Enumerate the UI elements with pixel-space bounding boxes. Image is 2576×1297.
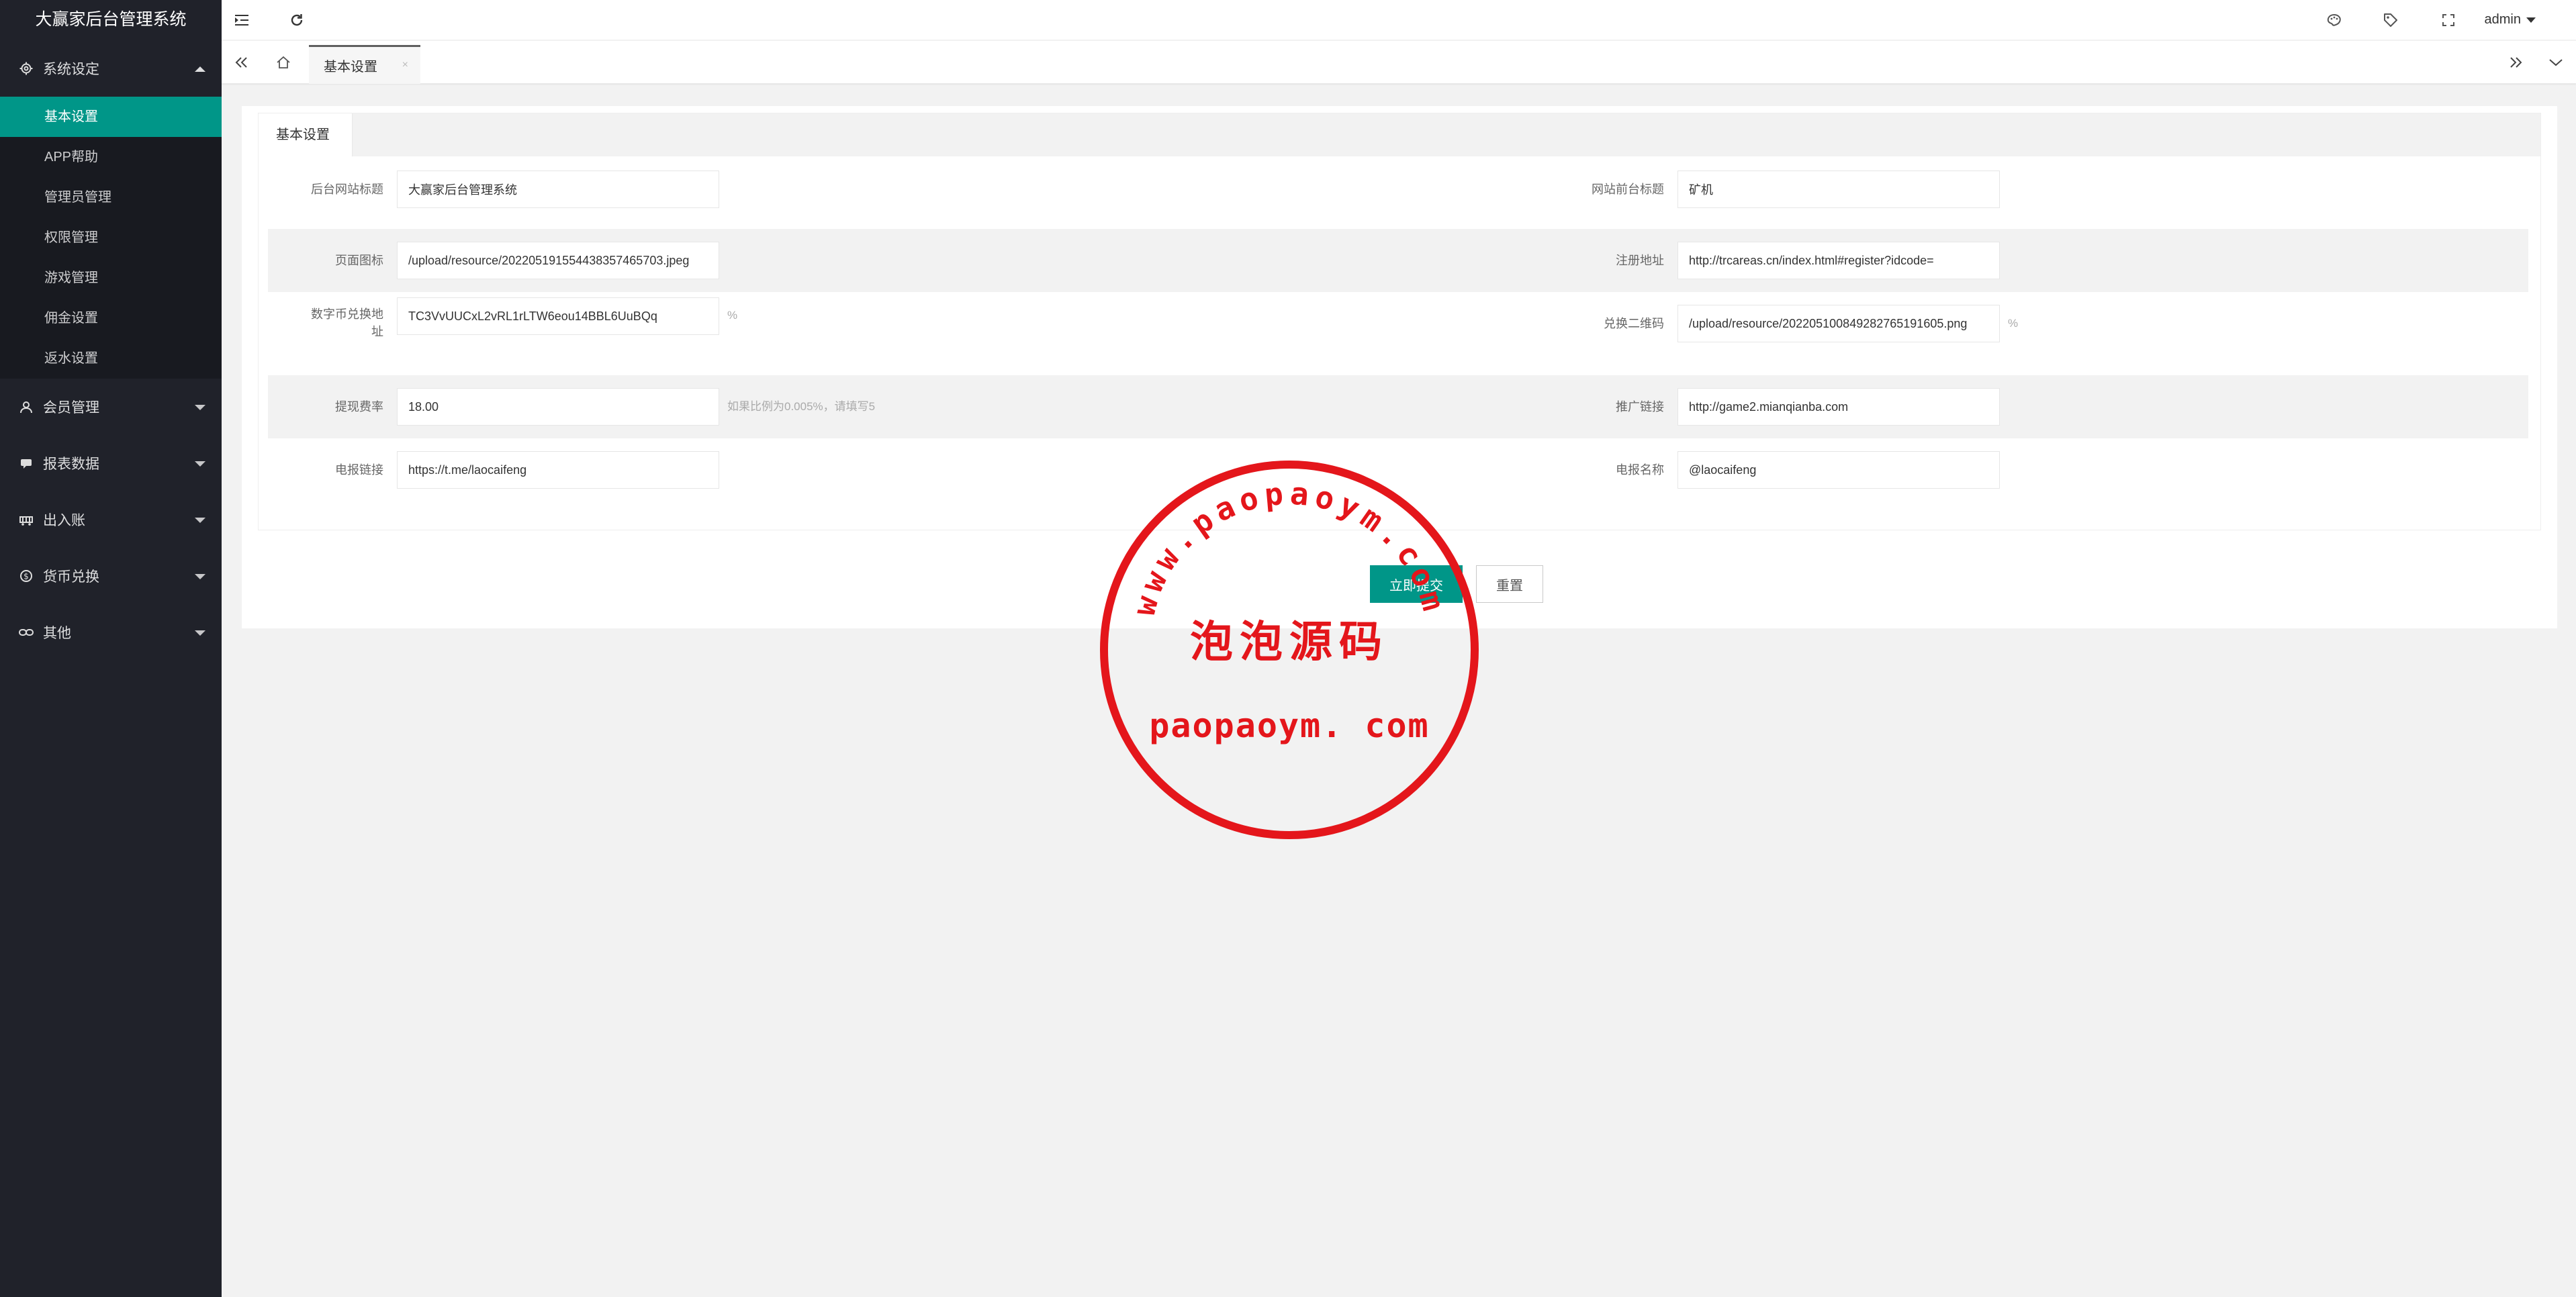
- field-label-line: 址: [371, 325, 383, 338]
- submit-button[interactable]: 立即提交: [1370, 565, 1463, 603]
- chevron-down-icon: [195, 461, 205, 467]
- tag-icon[interactable]: [2371, 0, 2411, 40]
- fullscreen-icon[interactable]: [2428, 0, 2469, 40]
- tab-label: 基本设置: [324, 60, 377, 75]
- form-row: 电报链接 电报名称: [268, 438, 2528, 501]
- nav-item-system-settings[interactable]: 系统设定: [0, 40, 222, 97]
- nav-subitem-game-management[interactable]: 游戏管理: [0, 258, 222, 298]
- field-label: 网站前台标题: [1592, 183, 1664, 196]
- nav-item-label: 会员管理: [43, 400, 99, 416]
- exchange-qrcode-input[interactable]: [1677, 305, 2000, 342]
- refresh-icon[interactable]: [277, 0, 317, 40]
- nav-subitem-basic-settings[interactable]: 基本设置: [0, 97, 222, 137]
- stamp-bottom-text: paopaoym. com: [1149, 706, 1429, 745]
- nav-subitem-rebate-settings[interactable]: 返水设置: [0, 338, 222, 379]
- settings-card: 基本设置 后台网站标题 网站前台标题 页面图标 注册地址 数字币兑换地: [258, 113, 2541, 530]
- nav-subitem-permission-management[interactable]: 权限管理: [0, 218, 222, 258]
- nav-item-currency-exchange[interactable]: $ 货币兑换: [0, 548, 222, 604]
- caret-down-icon: [2526, 17, 2536, 23]
- nav-item-label: 系统设定: [43, 62, 99, 77]
- chat-icon: [19, 456, 34, 471]
- nav-item-other[interactable]: 其他: [0, 604, 222, 661]
- nav-subitem-admin-management[interactable]: 管理员管理: [0, 177, 222, 218]
- nav-submenu-system: 基本设置 APP帮助 管理员管理 权限管理 游戏管理 佣金设置 返水设置: [0, 97, 222, 379]
- card-tab-basic-settings[interactable]: 基本设置: [259, 113, 353, 156]
- app-logo-title: 大赢家后台管理系统: [0, 0, 222, 40]
- site-front-title-input[interactable]: [1677, 171, 2000, 208]
- gear-icon: [19, 61, 34, 76]
- card-tabs: 基本设置: [259, 113, 2540, 156]
- chevron-down-icon: [195, 574, 205, 579]
- page-icon-input[interactable]: [397, 242, 719, 279]
- form-row: 数字币兑换地 址 % 兑换二维码 %: [268, 292, 2528, 375]
- nav-subitem-app-help[interactable]: APP帮助: [0, 137, 222, 177]
- field-label-line: 数字币兑换地: [311, 307, 383, 321]
- tabs-dropdown-icon[interactable]: [2536, 41, 2576, 84]
- field-label: 电报链接: [335, 463, 383, 477]
- form-row: 提现费率 如果比例为0.005%，请填写5 推广链接: [268, 375, 2528, 438]
- top-header: admin: [222, 0, 2576, 40]
- nav-item-member-management[interactable]: 会员管理: [0, 379, 222, 435]
- sidebar: 大赢家后台管理系统 系统设定 基本设置 APP帮助 管理员管理 权限管理 游戏管…: [0, 0, 222, 1297]
- field-label: 后台网站标题: [311, 183, 383, 196]
- percent-suffix: %: [2008, 317, 2019, 330]
- chevron-down-icon: [195, 405, 205, 410]
- field-label: 兑换二维码: [1604, 317, 1664, 330]
- chevron-down-icon: [195, 630, 205, 636]
- nav-item-label: 其他: [43, 626, 71, 641]
- field-label: 电报名称: [1616, 463, 1664, 477]
- site-admin-title-input[interactable]: [397, 171, 719, 208]
- nav-item-in-out-accounts[interactable]: 出入账: [0, 491, 222, 548]
- field-label: 注册地址: [1616, 254, 1664, 267]
- menu-fold-icon[interactable]: [222, 0, 262, 40]
- chevron-up-icon: [195, 66, 205, 72]
- user-name: admin: [2484, 12, 2521, 27]
- home-icon[interactable]: [263, 41, 304, 84]
- withdraw-fee-input[interactable]: [397, 388, 719, 426]
- nav-subitem-commission-settings[interactable]: 佣金设置: [0, 298, 222, 338]
- close-icon[interactable]: ×: [402, 59, 408, 71]
- chevron-down-icon: [195, 518, 205, 523]
- tabs-scroll-left-icon[interactable]: [222, 41, 262, 84]
- reset-button[interactable]: 重置: [1476, 565, 1543, 603]
- link-icon: [19, 625, 34, 640]
- main-content: 基本设置 后台网站标题 网站前台标题 页面图标 注册地址 数字币兑换地: [242, 106, 2557, 628]
- form-row: 后台网站标题 网站前台标题: [268, 166, 2528, 213]
- nav-item-report-data[interactable]: 报表数据: [0, 435, 222, 491]
- field-label: 推广链接: [1616, 400, 1664, 414]
- field-label: 提现费率: [335, 400, 383, 414]
- cart-icon: [19, 512, 34, 527]
- percent-suffix: %: [727, 309, 738, 322]
- tabs-bar: 基本设置 ×: [222, 41, 2576, 84]
- theme-icon[interactable]: [2314, 0, 2354, 40]
- field-hint: 如果比例为0.005%，请填写5: [727, 400, 876, 413]
- nav-item-label: 货币兑换: [43, 569, 99, 585]
- nav-group-system: 系统设定 基本设置 APP帮助 管理员管理 权限管理 游戏管理 佣金设置 返水设…: [0, 40, 222, 379]
- form-row: 页面图标 注册地址: [268, 229, 2528, 292]
- nav-item-label: 报表数据: [43, 457, 99, 472]
- promo-link-input[interactable]: [1677, 388, 2000, 426]
- user-icon: [19, 399, 34, 414]
- crypto-address-input[interactable]: [397, 297, 719, 335]
- telegram-name-input[interactable]: [1677, 451, 2000, 489]
- user-menu[interactable]: admin: [2485, 0, 2536, 40]
- tabs-scroll-right-icon[interactable]: [2495, 41, 2536, 84]
- svg-text:$: $: [24, 572, 29, 581]
- dollar-icon: $: [19, 569, 34, 583]
- telegram-link-input[interactable]: [397, 451, 719, 489]
- nav-item-label: 出入账: [43, 513, 85, 528]
- field-label: 页面图标: [335, 254, 383, 267]
- field-label: 数字币兑换地 址: [277, 305, 383, 340]
- register-url-input[interactable]: [1677, 242, 2000, 279]
- tab-basic-settings[interactable]: 基本设置 ×: [309, 45, 420, 84]
